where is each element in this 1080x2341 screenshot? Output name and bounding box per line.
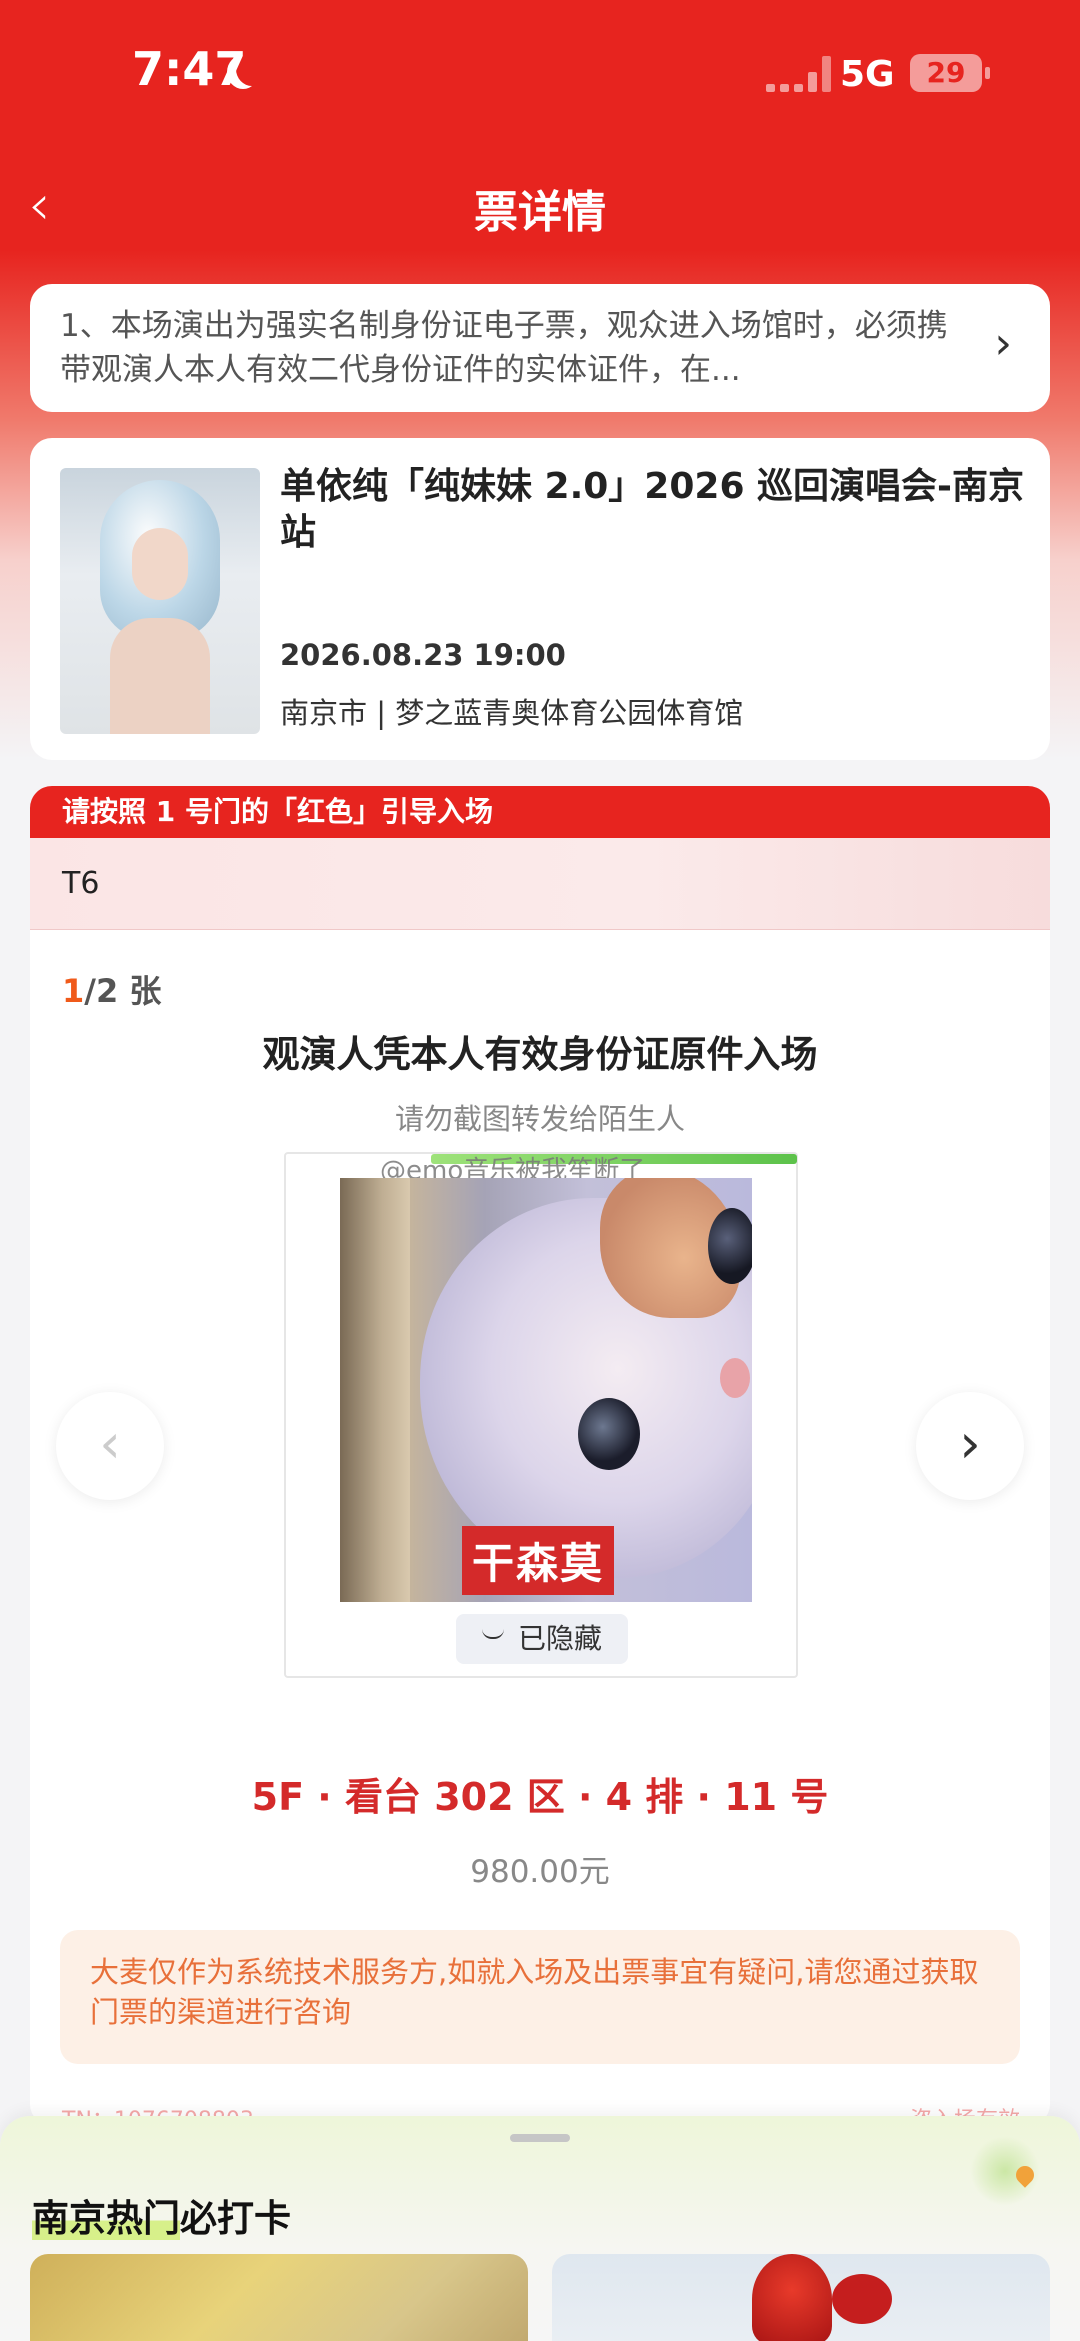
event-poster — [60, 468, 260, 734]
ticket-count-current: 1 — [62, 972, 85, 1010]
signal-icon — [766, 56, 831, 92]
event-name: 单依纯「纯妹妹 2.0」2026 巡回演唱会-南京站 — [280, 466, 1024, 553]
event-card[interactable]: 单依纯「纯妹妹 2.0」2026 巡回演唱会-南京站 2026.08.23 19… — [30, 438, 1050, 760]
image-caption: 干森莫 — [462, 1526, 615, 1595]
prev-ticket-button[interactable]: ‹ — [56, 1392, 164, 1500]
ticket-count-total: /2 张 — [84, 972, 162, 1010]
event-venue: 南京市 | 梦之蓝青奥体育公园体育馆 — [280, 696, 744, 730]
eye-closed-icon — [481, 1629, 504, 1639]
hidden-toggle-button[interactable]: 已隐藏 — [456, 1614, 628, 1664]
moon-icon — [236, 52, 268, 86]
recommend-thumbnail[interactable] — [30, 2254, 528, 2341]
sheet-title-rest: 必打卡 — [180, 2197, 291, 2240]
recommend-sheet[interactable]: 南京热门必打卡 — [0, 2116, 1080, 2341]
notice-text: 1、本场演出为强实名制身份证电子票，观众进入场馆时，必须携带观演人本人有效二代身… — [60, 308, 948, 388]
hidden-label: 已隐藏 — [517, 1622, 602, 1655]
network-type: 5G — [840, 54, 895, 95]
drag-handle[interactable] — [510, 2134, 570, 2142]
sheet-title: 南京热门必打卡 — [32, 2188, 291, 2242]
disclaimer-box: 大麦仅作为系统技术服务方,如就入场及出票事宜有疑问,请您通过获取门票的渠道进行咨… — [60, 1930, 1020, 2064]
ticket-code-box: @emo音乐被我笙断了 干森莫 已隐藏 — [284, 1152, 798, 1678]
entry-rule: 观演人凭本人有效身份证原件入场 — [262, 1033, 818, 1076]
chevron-left-icon: ‹ — [99, 1412, 121, 1475]
gate-label: T6 — [30, 838, 1050, 930]
event-datetime: 2026.08.23 19:00 — [280, 638, 566, 672]
ticket-count: 1/2 张 — [62, 966, 161, 1012]
ticket-card: 请按照 1 号门的「红色」引导入场 T6 1/2 张 观演人凭本人有效身份证原件… — [30, 786, 1050, 2126]
screenshot-warning: 请勿截图转发给陌生人 — [394, 1102, 685, 1136]
recommend-thumbnail[interactable] — [552, 2254, 1050, 2341]
chevron-right-icon: › — [959, 1412, 981, 1475]
status-time: 7:47 — [132, 42, 247, 96]
cover-image: 干森莫 — [340, 1178, 752, 1602]
notice-card[interactable]: 1、本场演出为强实名制身份证电子票，观众进入场馆时，必须携带观演人本人有效二代身… — [30, 284, 1050, 412]
next-ticket-button[interactable]: › — [916, 1392, 1024, 1500]
chevron-right-icon: › — [994, 318, 1012, 369]
ticket-price: 980.00元 — [470, 1854, 610, 1890]
battery-icon: 29 — [910, 54, 990, 92]
status-bar: 7:47 5G 29 — [0, 0, 1080, 150]
sheet-title-highlight: 南京热门 — [32, 2197, 180, 2240]
location-pin-icon — [970, 2136, 1040, 2206]
seat-info: 5F · 看台 302 区 · 4 排 · 11 号 — [251, 1775, 829, 1819]
page-title: 票详情 — [474, 187, 606, 238]
entry-guide: 请按照 1 号门的「红色」引导入场 — [30, 786, 1050, 838]
nav-bar: ‹ 票详情 — [0, 160, 1080, 250]
